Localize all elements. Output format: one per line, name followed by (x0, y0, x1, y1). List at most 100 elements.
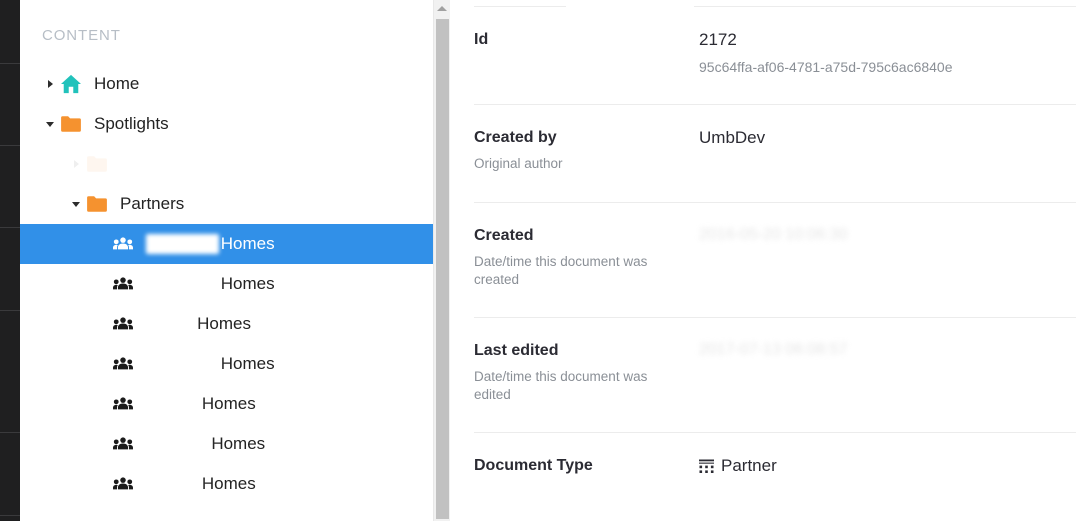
property-row-created-by: Created byOriginal authorUmbDev (450, 104, 1076, 202)
home-icon (60, 74, 82, 94)
tree-caret[interactable] (42, 122, 58, 127)
chevron-up-icon (437, 6, 447, 11)
tree-section-title: CONTENT (20, 0, 450, 44)
tree-caret[interactable] (42, 80, 58, 88)
chevron-down-icon (72, 202, 80, 207)
tree-item-homes-7[interactable]: RedactedHomes (20, 344, 450, 384)
tree-item-text: RedactHomes (136, 474, 256, 494)
tree-item-label: Spotlights (94, 114, 169, 134)
tree-item-homes-8[interactable]: RedactHomes (20, 384, 450, 424)
tree-item-label: Homes (197, 314, 251, 334)
umbraco-backoffice: CONTENT Home Spotlights redacted Partners Re… (0, 0, 1076, 521)
tree-item-icon (110, 356, 136, 372)
content-tree-panel: CONTENT Home Spotlights redacted Partners Re… (20, 0, 450, 521)
tree-item-spotlights-1[interactable]: Spotlights (20, 104, 450, 144)
tree-caret[interactable] (68, 202, 84, 207)
property-value-group: Partner (699, 456, 1076, 476)
property-value: 2172 (699, 30, 1076, 50)
property-value-group: 2016-05-20 10:06:30 (699, 226, 1076, 317)
tree-item-icon (110, 436, 136, 452)
property-name: Document Type (474, 456, 683, 476)
property-value-group: 2172 95c64ffa-af06-4781-a75d-795c6ac6840e (699, 30, 1076, 104)
people-icon (113, 356, 133, 372)
tree-item-text: Spotlights (84, 114, 169, 134)
property-sub-value: 95c64ffa-af06-4781-a75d-795c6ac6840e (699, 59, 1076, 75)
tree-item-text: RedacHomes (136, 314, 251, 334)
chevron-right-icon (74, 160, 79, 168)
property-description: Date/time this document was created (474, 253, 674, 289)
redacted-name: Redacte (146, 434, 209, 454)
property-name: Id (474, 30, 683, 50)
tree-item-homes-5[interactable]: RedactedHomes (20, 264, 450, 304)
tree-item-label: Partners (120, 194, 184, 214)
tree-item-icon (84, 155, 110, 173)
tree-item-homes-10[interactable]: RedactHomes (20, 464, 450, 504)
property-value: 2017-07-13 06:08:57 (699, 341, 1076, 359)
tree-item-text: Partners (110, 194, 184, 214)
redacted-name: redacted (120, 154, 186, 174)
redacted-name: Redact (146, 474, 200, 494)
scrollbar-thumb[interactable] (436, 19, 449, 519)
app-navigation-rail[interactable] (0, 0, 20, 521)
property-value-group: 2017-07-13 06:08:57 (699, 341, 1076, 432)
property-label-group: Created Date/time this document was creat… (474, 226, 699, 317)
tree-scrollbar[interactable] (433, 0, 450, 521)
people-icon (113, 396, 133, 412)
property-label-group: Last editedDate/time this document was e… (474, 341, 699, 432)
tree-item-label: Home (94, 74, 139, 94)
tree-item-text: Home (84, 74, 139, 94)
tree-item-homes-6[interactable]: RedacHomes (20, 304, 450, 344)
tree-item-text: RedactedHomes (136, 274, 275, 294)
property-label-group: Document Type (474, 456, 699, 476)
tree-item-label: Homes (211, 434, 265, 454)
tree-item-icon (110, 476, 136, 492)
property-description: Original author (474, 155, 674, 173)
document-type-label: Partner (721, 456, 777, 476)
tree-item-icon (110, 276, 136, 292)
tree-item-text: redacted (110, 154, 188, 174)
redacted-name: Redacted (146, 234, 219, 254)
property-name: Created (474, 226, 683, 246)
folder-icon (86, 155, 108, 173)
rail-divider (0, 145, 20, 146)
tree-item-text: RedacteHomes (136, 434, 265, 454)
property-name: Created by (474, 128, 683, 148)
tree-item-home-0[interactable]: Home (20, 64, 450, 104)
chevron-down-icon (46, 122, 54, 127)
tree-item-label: Homes (202, 474, 256, 494)
folder-icon (86, 195, 108, 213)
people-icon (113, 236, 133, 252)
property-row-id: Id 2172 95c64ffa-af06-4781-a75d-795c6ac684… (450, 6, 1076, 104)
property-label-group: Created by Original author (474, 128, 699, 202)
property-label-group: Id (474, 30, 699, 104)
tree-item-icon (110, 316, 136, 332)
rail-divider (0, 432, 20, 433)
tree-item-icon (110, 236, 136, 252)
document-type-value[interactable]: Partner (699, 456, 1076, 476)
rail-divider (0, 63, 20, 64)
tree-item-redacted-2[interactable]: redacted (20, 144, 450, 184)
redacted-name: Redacted (146, 354, 219, 374)
people-icon (113, 476, 133, 492)
scroll-up-button[interactable] (434, 0, 450, 17)
tree-item-label: Homes (221, 234, 275, 254)
property-name: Last edited (474, 341, 683, 361)
tree-item-label: Homes (202, 394, 256, 414)
tree-item-icon (58, 115, 84, 133)
redacted-name: Redac (146, 314, 195, 334)
tree-item-icon (84, 195, 110, 213)
people-icon (113, 436, 133, 452)
tree-caret[interactable] (68, 160, 84, 168)
tree-item-text: RedactedHomes (136, 354, 275, 374)
property-row-created: Created Date/time this document was creat… (450, 202, 1076, 317)
content-tree: HomeSpotlightsredactedPartnersRedactedHo… (20, 64, 450, 504)
tree-item-homes-9[interactable]: RedacteHomes (20, 424, 450, 464)
property-list: Id 2172 95c64ffa-af06-4781-a75d-795c6ac684… (450, 0, 1076, 476)
tree-item-homes-4[interactable]: RedactedHomes (20, 224, 450, 264)
redacted-name: Redacted (146, 274, 219, 294)
tree-item-partners-3[interactable]: Partners (20, 184, 450, 224)
grid-dots-icon (699, 459, 714, 474)
tree-item-text: RedactedHomes (136, 234, 275, 254)
tree-item-label: Homes (221, 354, 275, 374)
property-row-last-edited: Last editedDate/time this document was e… (450, 317, 1076, 432)
